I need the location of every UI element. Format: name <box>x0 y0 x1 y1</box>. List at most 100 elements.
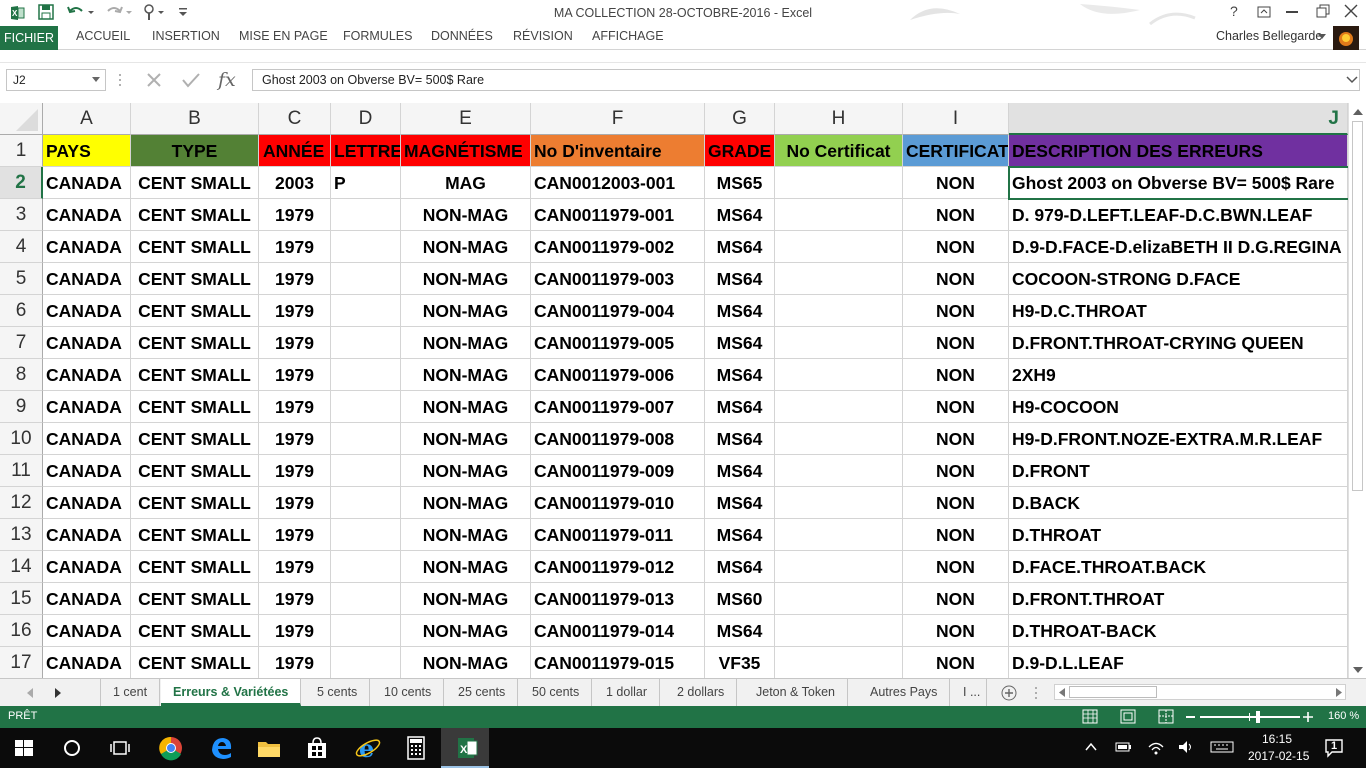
cell-certificat[interactable]: NON <box>903 199 1009 231</box>
cell-pays[interactable]: CANADA <box>43 551 131 583</box>
cell-description[interactable]: Ghost 2003 on Obverse BV= 500$ Rare <box>1009 167 1348 199</box>
cell-grade[interactable]: VF35 <box>705 647 775 678</box>
cell-description[interactable]: D.THROAT-BACK <box>1009 615 1348 647</box>
cell-annee[interactable]: 1979 <box>259 423 331 455</box>
cell-grade[interactable]: MS64 <box>705 199 775 231</box>
windows-start-icon[interactable] <box>10 734 38 762</box>
cell-pays[interactable]: CANADA <box>43 199 131 231</box>
cell-grade[interactable]: MS64 <box>705 519 775 551</box>
cell-no-certificat[interactable] <box>775 167 903 199</box>
formula-input[interactable]: Ghost 2003 on Obverse BV= 500$ Rare <box>252 69 1360 91</box>
cell-no-certificat[interactable] <box>775 455 903 487</box>
header-cell-no-certificat[interactable]: No Certificat <box>775 135 903 167</box>
expand-formula-bar-icon[interactable] <box>1346 76 1358 84</box>
cell-pays[interactable]: CANADA <box>43 455 131 487</box>
row-header[interactable]: 1 <box>0 135 43 167</box>
task-view-icon[interactable] <box>106 734 134 762</box>
cell-annee[interactable]: 1979 <box>259 519 331 551</box>
cell-pays[interactable]: CANADA <box>43 263 131 295</box>
cell-no-certificat[interactable] <box>775 551 903 583</box>
column-header-b[interactable]: B <box>131 103 259 135</box>
row-header[interactable]: 15 <box>0 583 43 615</box>
cell-lettre[interactable] <box>331 583 401 615</box>
customize-toolbar-icon[interactable] <box>178 6 188 18</box>
cell-inventaire[interactable]: CAN0011979-009 <box>531 455 705 487</box>
cell-no-certificat[interactable] <box>775 359 903 391</box>
header-cell-pays[interactable]: PAYS <box>43 135 131 167</box>
name-box[interactable]: J2 <box>6 69 106 91</box>
cell-annee[interactable]: 1979 <box>259 647 331 678</box>
cell-pays[interactable]: CANADA <box>43 231 131 263</box>
cell-magnetisme[interactable]: NON-MAG <box>401 423 531 455</box>
cell-description[interactable]: D.9-D.FACE-D.elizaBETH II D.G.REGINA <box>1009 231 1348 263</box>
cell-pays[interactable]: CANADA <box>43 487 131 519</box>
cell-certificat[interactable]: NON <box>903 359 1009 391</box>
cell-magnetisme[interactable]: NON-MAG <box>401 551 531 583</box>
tab-accueil[interactable]: ACCUEIL <box>76 29 130 43</box>
cell-certificat[interactable]: NON <box>903 327 1009 359</box>
cell-magnetisme[interactable]: NON-MAG <box>401 519 531 551</box>
cell-no-certificat[interactable] <box>775 231 903 263</box>
select-all-corner[interactable] <box>0 103 43 135</box>
volume-icon[interactable] <box>1178 740 1194 754</box>
page-break-icon[interactable] <box>1158 709 1174 724</box>
cell-no-certificat[interactable] <box>775 519 903 551</box>
internet-explorer-icon[interactable]: e <box>354 734 382 762</box>
cell-magnetisme[interactable]: MAG <box>401 167 531 199</box>
row-header[interactable]: 2 <box>0 167 43 199</box>
cell-grade[interactable]: MS64 <box>705 551 775 583</box>
horizontal-scrollbar[interactable] <box>1054 684 1346 700</box>
cell-certificat[interactable]: NON <box>903 647 1009 678</box>
cell-type[interactable]: CENT SMALL <box>131 551 259 583</box>
cell-description[interactable]: H9-COCOON <box>1009 391 1348 423</box>
row-header[interactable]: 11 <box>0 455 43 487</box>
cell-pays[interactable]: CANADA <box>43 295 131 327</box>
cell-grade[interactable]: MS64 <box>705 615 775 647</box>
row-header[interactable]: 13 <box>0 519 43 551</box>
tab-affichage[interactable]: AFFICHAGE <box>592 29 664 43</box>
cell-lettre[interactable] <box>331 327 401 359</box>
cell-grade[interactable]: MS64 <box>705 423 775 455</box>
page-layout-icon[interactable] <box>1120 709 1136 724</box>
cell-annee[interactable]: 2003 <box>259 167 331 199</box>
cell-annee[interactable]: 1979 <box>259 583 331 615</box>
cell-inventaire[interactable]: CAN0012003-001 <box>531 167 705 199</box>
cell-type[interactable]: CENT SMALL <box>131 391 259 423</box>
next-sheet-icon[interactable] <box>54 688 62 698</box>
row-header[interactable]: 12 <box>0 487 43 519</box>
touch-mode-icon[interactable] <box>142 3 166 21</box>
cell-lettre[interactable]: P <box>331 167 401 199</box>
row-header[interactable]: 17 <box>0 647 43 678</box>
user-dropdown-icon[interactable] <box>1318 34 1326 40</box>
cell-inventaire[interactable]: CAN0011979-007 <box>531 391 705 423</box>
minimize-icon[interactable] <box>1286 11 1298 13</box>
store-icon[interactable] <box>303 734 331 762</box>
tab-splitter-icon[interactable] <box>1034 686 1038 700</box>
cell-type[interactable]: CENT SMALL <box>131 167 259 199</box>
sheet-tab-25-cents[interactable]: 25 cents <box>446 679 519 706</box>
cell-pays[interactable]: CANADA <box>43 647 131 678</box>
cell-lettre[interactable] <box>331 423 401 455</box>
cell-certificat[interactable]: NON <box>903 615 1009 647</box>
cell-lettre[interactable] <box>331 359 401 391</box>
header-cell-lettre[interactable]: LETTRE <box>331 135 401 167</box>
avatar[interactable] <box>1333 26 1359 50</box>
cell-type[interactable]: CENT SMALL <box>131 327 259 359</box>
cell-pays[interactable]: CANADA <box>43 327 131 359</box>
show-hidden-icons-icon[interactable] <box>1085 742 1097 752</box>
cell-type[interactable]: CENT SMALL <box>131 615 259 647</box>
battery-icon[interactable] <box>1114 740 1132 754</box>
tab-insertion[interactable]: INSERTION <box>152 29 220 43</box>
hscroll-right-icon[interactable] <box>1335 688 1343 697</box>
cell-no-certificat[interactable] <box>775 199 903 231</box>
scroll-down-icon[interactable] <box>1353 666 1363 674</box>
cell-type[interactable]: CENT SMALL <box>131 199 259 231</box>
sheet-tab-more[interactable]: I ... <box>953 679 988 706</box>
search-icon[interactable] <box>58 734 86 762</box>
cell-description[interactable]: D.9-D.L.LEAF <box>1009 647 1348 678</box>
column-header-e[interactable]: E <box>401 103 531 135</box>
sheet-tab-1-cent[interactable]: 1 cent <box>100 679 161 706</box>
cell-description[interactable]: H9-D.C.THROAT <box>1009 295 1348 327</box>
cell-magnetisme[interactable]: NON-MAG <box>401 327 531 359</box>
cell-magnetisme[interactable]: NON-MAG <box>401 583 531 615</box>
